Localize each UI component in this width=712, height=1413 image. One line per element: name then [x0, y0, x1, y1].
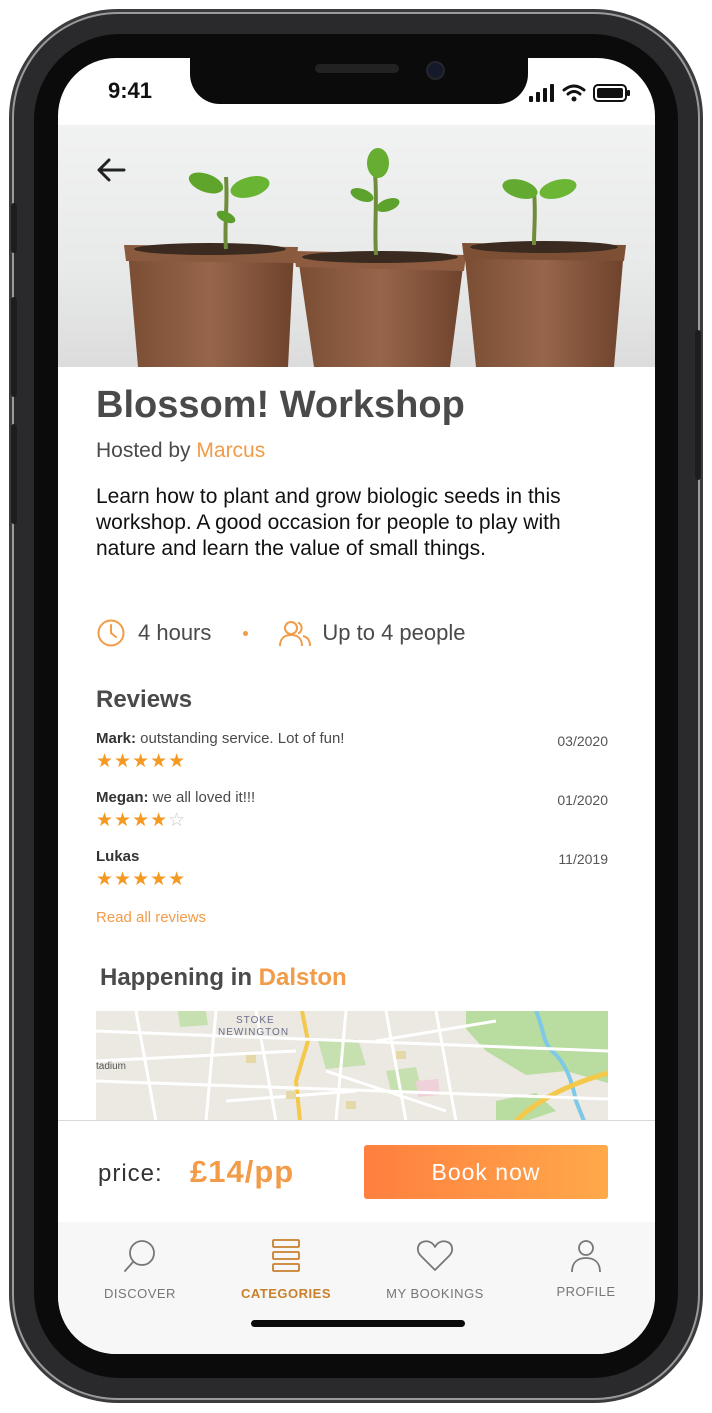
person-icon [516, 1236, 655, 1276]
review-comment: we all loved it!!! [148, 789, 256, 806]
map-label-left: tadium [96, 1061, 126, 1072]
review-date: 03/2020 [557, 733, 608, 749]
volume-down-button [11, 424, 17, 524]
review-item: Lukas 11/2019 ★★★★★ [96, 848, 608, 898]
location-heading: Happening in Dalston [100, 964, 347, 992]
reviews-heading: Reviews [96, 686, 193, 713]
star-icons-empty: ☆ [168, 810, 187, 831]
status-time: 9:41 [108, 78, 153, 103]
reviewer-name: Lukas [96, 848, 140, 865]
capacity-text: Up to 4 people [322, 620, 466, 645]
tab-profile[interactable]: PROFILE [516, 1236, 655, 1299]
location-map[interactable]: STOKE NEWINGTON tadium [96, 1011, 608, 1121]
home-indicator[interactable] [251, 1320, 465, 1327]
map-label-area-line1: STOKE [236, 1015, 275, 1026]
review-text: Lukas [96, 848, 608, 865]
tab-label: DISCOVER [104, 1286, 176, 1301]
review-comment: outstanding service. Lot of fun! [136, 730, 345, 747]
host-name-link[interactable]: Marcus [196, 439, 265, 462]
tab-categories[interactable]: CATEGORIES [216, 1236, 356, 1301]
book-now-button[interactable]: Book now [364, 1145, 608, 1199]
battery-icon [593, 84, 630, 102]
star-icons-filled: ★★★★★ [96, 869, 187, 890]
tab-my-bookings[interactable]: MY BOOKINGS [365, 1236, 505, 1301]
review-item: Megan: we all loved it!!! 01/2020 ★★★★☆ [96, 789, 608, 839]
review-date: 11/2019 [558, 851, 608, 867]
search-icon [70, 1236, 210, 1276]
reviewer-name: Mark: [96, 730, 137, 747]
review-text: Megan: we all loved it!!! [96, 789, 608, 806]
back-arrow-icon[interactable] [94, 155, 128, 185]
price-value: £14/pp [190, 1154, 295, 1189]
seedlings-illustration [124, 148, 626, 367]
map-graphic: STOKE NEWINGTON tadium [96, 1011, 608, 1121]
read-all-reviews-link[interactable]: Read all reviews [96, 909, 206, 926]
star-icons-filled: ★★★★★ [96, 751, 187, 772]
wifi-icon [562, 84, 586, 102]
tab-label: CATEGORIES [241, 1286, 331, 1301]
star-rating: ★★★★★ [96, 752, 608, 772]
tab-discover[interactable]: DISCOVER [70, 1236, 210, 1301]
volume-up-button [11, 297, 17, 397]
cellular-signal-icon [529, 84, 554, 102]
star-rating: ★★★★☆ [96, 811, 608, 831]
hero-image [58, 125, 655, 367]
workshop-title: Blossom! Workshop [96, 384, 465, 426]
review-text: Mark: outstanding service. Lot of fun! [96, 730, 608, 747]
review-item: Mark: outstanding service. Lot of fun! 0… [96, 730, 608, 780]
location-prefix: Happening in [100, 964, 259, 991]
device-notch [190, 58, 528, 104]
app-screen: 9:41 Blossom! Workshop Hosted by Marcus … [58, 58, 655, 1354]
tab-label: PROFILE [556, 1284, 616, 1299]
workshop-meta: 4 hours Up to 4 people [96, 614, 466, 652]
clock-icon [97, 619, 125, 647]
speaker-grille [315, 64, 399, 73]
star-rating: ★★★★★ [96, 870, 608, 890]
duration-text: 4 hours [138, 620, 212, 645]
location-place[interactable]: Dalston [259, 964, 347, 991]
front-camera [426, 61, 445, 80]
review-date: 01/2020 [557, 792, 608, 808]
bottom-tab-bar: DISCOVER CATEGORIES MY BOOKINGS PROFILE [58, 1222, 655, 1354]
hosted-by-label: Hosted by [96, 439, 197, 462]
people-icon [279, 621, 312, 647]
heart-icon [365, 1236, 505, 1276]
reviewer-name: Megan: [96, 789, 149, 806]
booking-bar: price: £14/pp Book now [58, 1120, 655, 1224]
workshop-description: Learn how to plant and grow biologic see… [96, 485, 561, 560]
power-button [695, 330, 701, 480]
mute-switch [11, 203, 17, 253]
tab-label: MY BOOKINGS [386, 1286, 484, 1301]
status-icons [529, 82, 631, 102]
categories-icon [216, 1236, 356, 1276]
separator-dot [243, 630, 249, 636]
star-icons-filled: ★★★★ [96, 810, 169, 831]
map-label-area-line2: NEWINGTON [218, 1027, 289, 1038]
price-label: price: [98, 1160, 163, 1187]
host-line: Hosted by Marcus [96, 439, 265, 463]
